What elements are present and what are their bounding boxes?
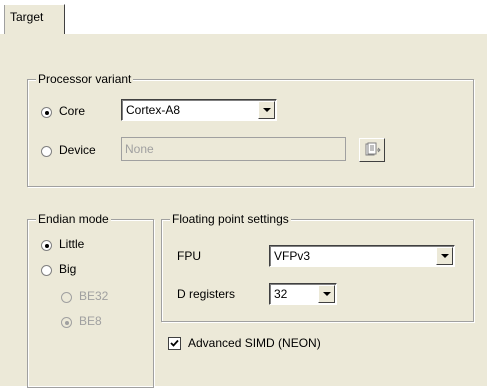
core-select-value: Cortex-A8 xyxy=(126,103,181,117)
target-panel: Processor variant Core Cortex-A8 Device … xyxy=(0,33,487,388)
core-select[interactable]: Cortex-A8 xyxy=(121,99,277,121)
advanced-simd-label[interactable]: Advanced SIMD (NEON) xyxy=(188,336,321,350)
endian-mode-title: Endian mode xyxy=(36,212,111,226)
processor-variant-group: Processor variant Core Cortex-A8 Device … xyxy=(27,72,474,187)
device-field-value: None xyxy=(125,142,154,156)
floating-point-group: Floating point settings FPU VFPv3 D regi… xyxy=(161,212,474,322)
device-label[interactable]: Device xyxy=(59,143,96,157)
be8-label[interactable]: BE8 xyxy=(79,314,102,328)
fpu-select-value: VFPv3 xyxy=(274,249,311,263)
tab-strip: Target xyxy=(0,0,487,34)
processor-variant-title: Processor variant xyxy=(36,72,134,86)
fpu-dropdown-chevron-icon[interactable] xyxy=(436,247,453,265)
core-dropdown-chevron-icon[interactable] xyxy=(258,101,275,119)
big-radio[interactable] xyxy=(41,265,52,276)
little-label[interactable]: Little xyxy=(59,237,84,251)
device-browse-icon xyxy=(365,142,381,156)
d-registers-select-value: 32 xyxy=(274,287,288,301)
tab-target[interactable]: Target xyxy=(3,4,65,34)
device-field[interactable]: None xyxy=(121,137,346,161)
device-radio[interactable] xyxy=(41,146,52,157)
big-label[interactable]: Big xyxy=(59,262,76,276)
endian-mode-group: Endian mode Little Big BE32 BE8 xyxy=(27,212,154,388)
d-registers-dropdown-chevron-icon[interactable] xyxy=(318,285,335,303)
d-registers-label: D registers xyxy=(177,287,236,301)
advanced-simd-checkbox[interactable] xyxy=(168,337,181,350)
tab-target-label: Target xyxy=(10,10,44,24)
little-radio[interactable] xyxy=(41,240,52,251)
device-browse-button[interactable] xyxy=(359,138,385,162)
fpu-label: FPU xyxy=(177,249,201,263)
core-label[interactable]: Core xyxy=(59,104,85,118)
fpu-select[interactable]: VFPv3 xyxy=(269,245,455,267)
floating-point-title: Floating point settings xyxy=(170,212,291,226)
core-radio[interactable] xyxy=(41,107,52,118)
be32-radio[interactable] xyxy=(61,292,72,303)
d-registers-select[interactable]: 32 xyxy=(269,283,337,305)
checkmark-icon xyxy=(170,339,179,347)
be8-radio[interactable] xyxy=(61,317,72,328)
be32-label[interactable]: BE32 xyxy=(79,289,108,303)
